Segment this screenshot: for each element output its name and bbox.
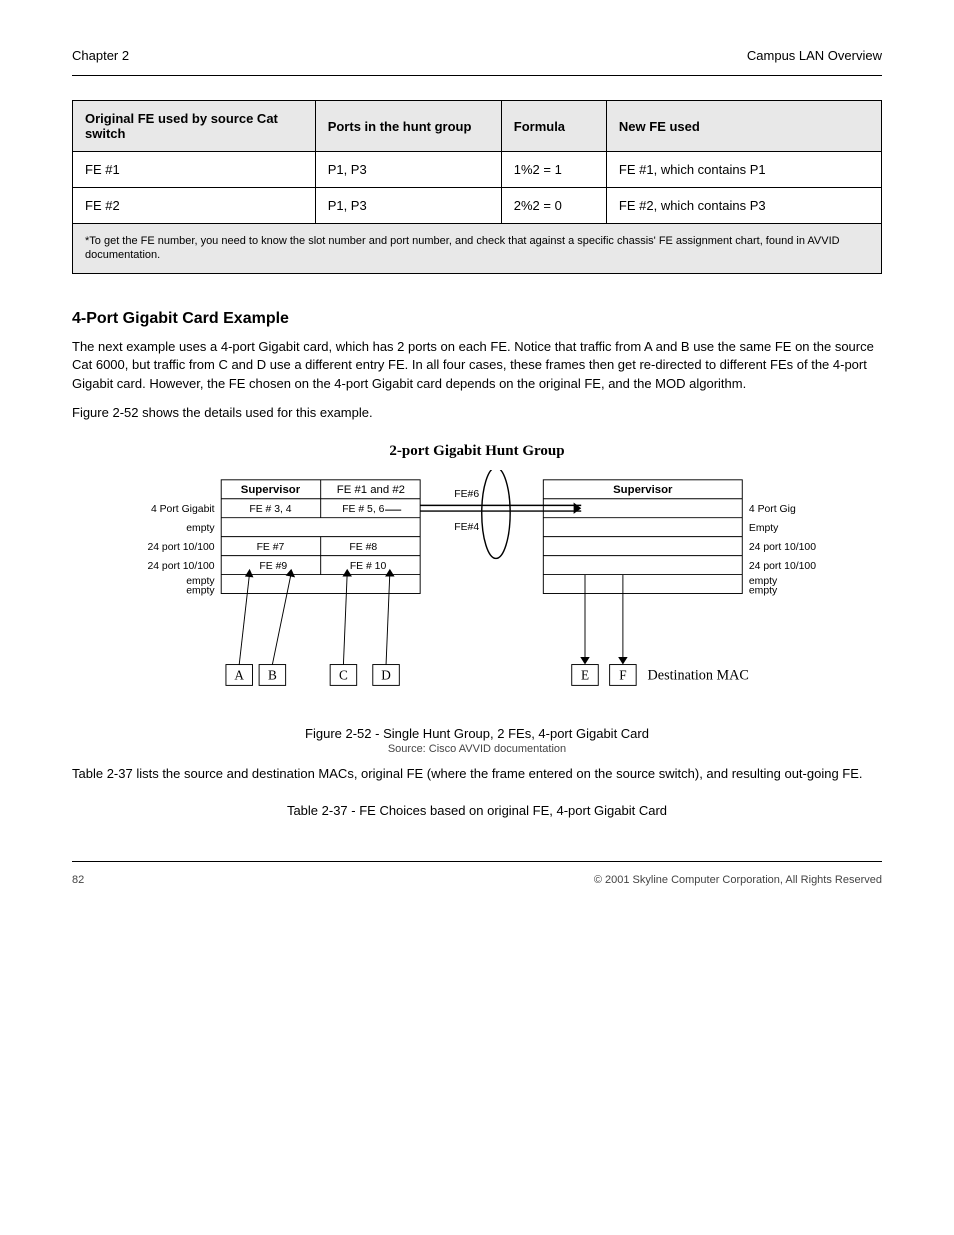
mac-e: E: [581, 668, 589, 683]
cell-ports: P1, P3: [315, 152, 501, 188]
left-slot-label: empty: [186, 523, 215, 534]
dest-mac-label: Destination MAC: [648, 668, 749, 684]
row3-right: FE #8: [349, 542, 377, 553]
figure-title: 2-port Gigabit Hunt Group: [72, 443, 882, 460]
cell-ports: P1, P3: [315, 188, 501, 224]
header-rule: [72, 75, 882, 76]
mac-d: D: [381, 668, 391, 683]
mac-dest-group: E F: [572, 665, 636, 686]
link-bot-label: FE#4: [454, 522, 479, 533]
mac-c: C: [339, 668, 348, 683]
page: Chapter 2 Campus LAN Overview Original F…: [0, 0, 954, 910]
th-ports: Ports in the hunt group: [315, 101, 501, 152]
row1-left: FE # 3, 4: [249, 504, 291, 515]
left-slot-label: 4 Port Gigabit: [151, 504, 215, 515]
right-slot-label: 24 port 10/100: [749, 542, 816, 553]
page-number: 82: [72, 874, 84, 886]
body-paragraph: Figure 2-52 shows the details used for t…: [72, 404, 882, 423]
row3-left: FE #7: [257, 542, 285, 553]
right-header-supervisor: Supervisor: [613, 484, 673, 496]
row1-right: FE # 5, 6: [342, 504, 384, 515]
th-formula: Formula: [501, 101, 606, 152]
footer-rule: [72, 861, 882, 862]
body-paragraph: The next example uses a 4-port Gigabit c…: [72, 338, 882, 395]
mac-a: A: [234, 668, 244, 683]
table-note: *To get the FE number, you need to know …: [73, 224, 882, 274]
footer: 82 © 2001 Skyline Computer Corporation, …: [72, 870, 882, 886]
table2-caption: Table 2-37 - FE Choices based on origina…: [72, 802, 882, 821]
header-right: Campus LAN Overview: [747, 48, 882, 63]
cell-fe-new: FE #2, which contains P3: [606, 188, 881, 224]
link-top-label: FE#6: [454, 489, 479, 500]
figure-footnote: Source: Cisco AVVID documentation: [72, 743, 882, 755]
th-new-fe: New FE used: [606, 101, 881, 152]
table-row: FE #2 P1, P3 2%2 = 0 FE #2, which contai…: [73, 188, 882, 224]
body-paragraph: Table 2-37 lists the source and destinat…: [72, 765, 882, 784]
left-slot-label: 24 port 10/100: [147, 542, 214, 553]
cell-fe-src: FE #1: [73, 152, 316, 188]
th-source-fe: Original FE used by source Cat switch: [73, 101, 316, 152]
right-slot-label: Empty: [749, 523, 779, 534]
table-row: FE #1 P1, P3 1%2 = 1 FE #1, which contai…: [73, 152, 882, 188]
figure: 2-port Gigabit Hunt Group Supervisor FE …: [72, 443, 882, 755]
left-slot-label: 24 port 10/100: [147, 561, 214, 572]
right-slot-label: empty: [749, 585, 778, 596]
mac-source-group: A B C D: [226, 665, 399, 686]
cell-fe-src: FE #2: [73, 188, 316, 224]
left-header-fe12: FE #1 and #2: [337, 484, 405, 496]
mac-b: B: [268, 668, 277, 683]
right-slot-label: 4 Port Gig: [749, 504, 796, 515]
figure-svg: Supervisor FE #1 and #2 FE # 3, 4 FE # 5…: [117, 470, 837, 717]
header-left: Chapter 2: [72, 48, 129, 63]
table-header-row: Original FE used by source Cat switch Po…: [73, 101, 882, 152]
table-note-row: *To get the FE number, you need to know …: [73, 224, 882, 274]
row4-left: FE #9: [259, 561, 287, 572]
left-slot-label: empty: [186, 585, 215, 596]
cell-formula: 1%2 = 1: [501, 152, 606, 188]
left-header-supervisor: Supervisor: [241, 484, 301, 496]
cell-formula: 2%2 = 0: [501, 188, 606, 224]
mac-f: F: [619, 668, 626, 683]
fe-table: Original FE used by source Cat switch Po…: [72, 100, 882, 274]
hunt-group-icon: [482, 470, 510, 558]
right-slot-label: 24 port 10/100: [749, 561, 816, 572]
section-title: 4-Port Gigabit Card Example: [72, 310, 882, 328]
page-header: Chapter 2 Campus LAN Overview: [72, 48, 882, 63]
row4-right: FE # 10: [350, 561, 387, 572]
figure-caption: Figure 2-52 - Single Hunt Group, 2 FEs, …: [72, 726, 882, 741]
copyright: © 2001 Skyline Computer Corporation, All…: [594, 874, 882, 886]
cell-fe-new: FE #1, which contains P1: [606, 152, 881, 188]
